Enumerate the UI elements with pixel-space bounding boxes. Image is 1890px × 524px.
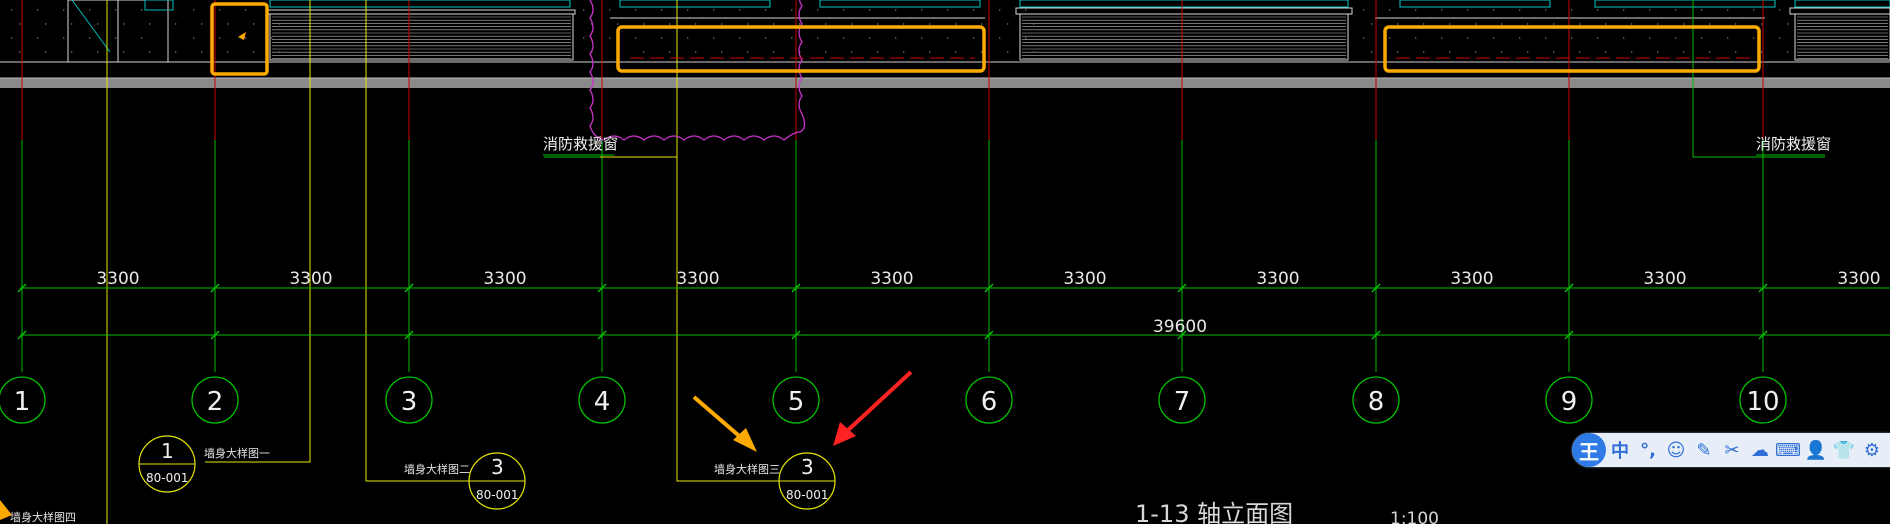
dimension-text-2: 3300 xyxy=(289,269,332,289)
dimension-text-1: 3300 xyxy=(96,269,139,289)
dimension-text-10: 3300 xyxy=(1837,269,1880,289)
axis-label-9: 9 xyxy=(1561,387,1578,417)
axis-label-7: 7 xyxy=(1174,387,1191,417)
axis-label-8: 8 xyxy=(1368,387,1385,417)
cloud-icon[interactable]: ☁ xyxy=(1746,436,1774,464)
axis-label-4: 4 xyxy=(594,387,611,417)
dimension-text-5: 3300 xyxy=(870,269,913,289)
chinese-mode-icon[interactable]: 中 xyxy=(1606,436,1634,464)
shirt-icon[interactable]: 👕 xyxy=(1830,436,1858,464)
dimension-text-8: 3300 xyxy=(1450,269,1493,289)
user-icon[interactable]: 👤 xyxy=(1802,436,1830,464)
dimension-lines xyxy=(20,287,1890,336)
axis-label-10: 10 xyxy=(1746,387,1779,417)
punctuation-icon[interactable]: °, xyxy=(1634,436,1662,464)
fire-rescue-window-label-right: 消防救援窗 xyxy=(1756,135,1831,153)
fire-rescue-window-label-left: 消防救援窗 xyxy=(543,135,618,153)
svg-text:墙身大样图一: 墙身大样图一 xyxy=(204,446,270,460)
dimension-text-7: 3300 xyxy=(1256,269,1299,289)
total-dimension: 39600 xyxy=(1153,317,1207,337)
svg-text:墙身大样图四: 墙身大样图四 xyxy=(10,510,76,524)
orange-arrow xyxy=(692,395,757,452)
detail-callout-1: 1 80-001 墙身大样图一 xyxy=(138,435,270,493)
axis-bubbles: 1 2 3 4 5 6 7 8 9 10 xyxy=(0,376,1787,424)
red-arrow xyxy=(833,370,913,446)
svg-text:3: 3 xyxy=(801,455,814,479)
handwriting-icon[interactable]: ✎ xyxy=(1690,436,1718,464)
dimension-text-3: 3300 xyxy=(483,269,526,289)
ime-toolbar[interactable]: 王 中 °, ☺ ✎ ✂ ☁ ⌨ 👤 👕 ⚙ xyxy=(1572,433,1890,467)
keyboard-icon[interactable]: ⌨ xyxy=(1774,436,1802,464)
settings-icon[interactable]: ⚙ xyxy=(1858,436,1886,464)
axis-label-6: 6 xyxy=(981,387,998,417)
detail-callout-4-partial: 墙身大样图四 xyxy=(0,500,76,524)
svg-text:墙身大样图三: 墙身大样图三 xyxy=(714,462,780,476)
axis-label-5: 5 xyxy=(788,387,805,417)
svg-text:墙身大样图二: 墙身大样图二 xyxy=(404,462,470,476)
ime-logo[interactable]: 王 xyxy=(1572,433,1606,467)
dimension-text-4: 3300 xyxy=(676,269,719,289)
dimension-ticks xyxy=(17,283,1768,340)
svg-text:80-001: 80-001 xyxy=(476,488,519,502)
axis-label-2: 2 xyxy=(207,387,224,417)
dimension-text-9: 3300 xyxy=(1643,269,1686,289)
drawing-scale: 1:100 xyxy=(1390,509,1439,524)
axis-label-3: 3 xyxy=(401,387,418,417)
svg-text:3: 3 xyxy=(491,455,504,479)
svg-text:80-001: 80-001 xyxy=(146,471,189,485)
axis-label-1: 1 xyxy=(14,387,31,417)
emoji-icon[interactable]: ☺ xyxy=(1662,436,1690,464)
facade-strip xyxy=(0,0,1890,88)
dimension-text-6: 3300 xyxy=(1063,269,1106,289)
drawing-title: 1-13 轴立面图 xyxy=(1135,500,1293,524)
svg-text:1: 1 xyxy=(161,439,174,463)
svg-text:80-001: 80-001 xyxy=(786,488,829,502)
scissors-icon[interactable]: ✂ xyxy=(1718,436,1746,464)
